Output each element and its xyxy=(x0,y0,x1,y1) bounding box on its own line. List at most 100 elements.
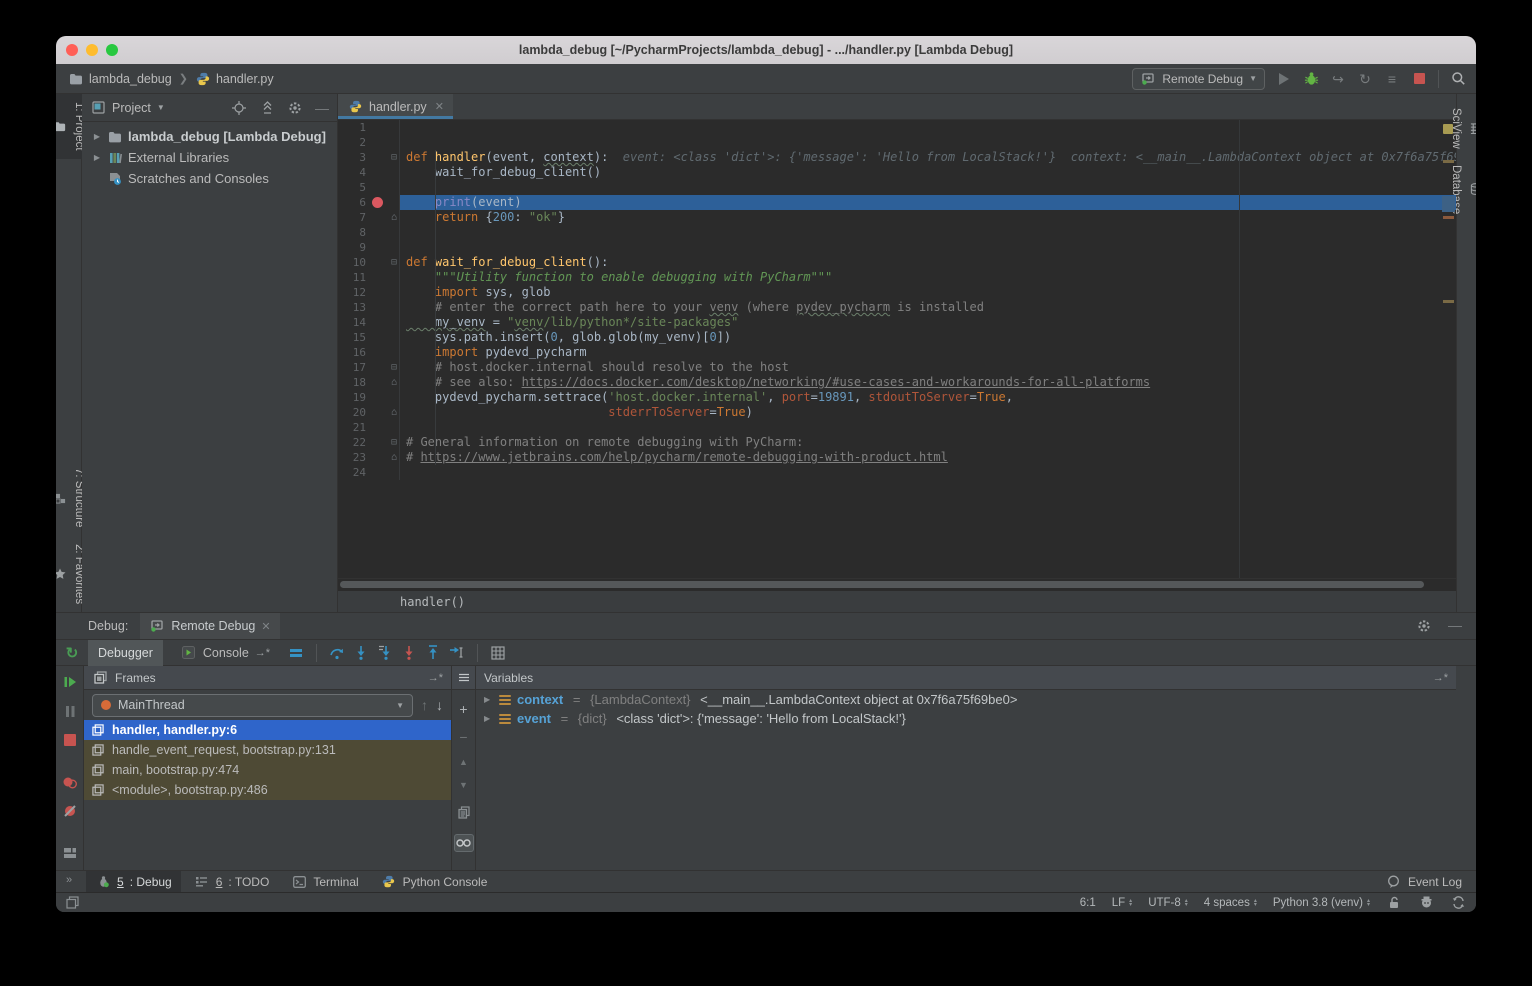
view-breakpoints-button[interactable] xyxy=(62,774,78,790)
code-line[interactable]: 14 my_venv = "venv/lib/python*/site-pack… xyxy=(338,315,1456,330)
copy-icon[interactable] xyxy=(456,804,472,820)
expand-arrow-icon[interactable]: ▶ xyxy=(484,714,493,723)
fold-open-icon[interactable]: ⊟ xyxy=(391,256,397,269)
add-watch-button[interactable]: + xyxy=(459,702,467,716)
locate-file-icon[interactable] xyxy=(231,100,247,116)
stop-button[interactable] xyxy=(62,732,78,748)
editor-gutter[interactable]: 20⌂ xyxy=(338,405,400,420)
run-button[interactable] xyxy=(1276,71,1292,87)
lock-icon[interactable] xyxy=(1386,895,1402,911)
caret-position[interactable]: 6:1 xyxy=(1080,897,1096,909)
code-line[interactable]: 10⊟def wait_for_debug_client(): xyxy=(338,255,1456,270)
editor-gutter[interactable]: 12 xyxy=(338,285,400,300)
previous-frame-button[interactable]: ↑ xyxy=(421,698,428,712)
frame-row[interactable]: handle_event_request, bootstrap.py:131 xyxy=(84,740,451,760)
editor-gutter[interactable]: 3⊟ xyxy=(338,150,400,165)
step-into-button[interactable] xyxy=(353,645,369,661)
code-line[interactable]: 4 wait_for_debug_client() xyxy=(338,165,1456,180)
encoding-select[interactable]: UTF-8▴▾ xyxy=(1148,897,1188,909)
editor-gutter[interactable]: 22⊟ xyxy=(338,435,400,450)
tree-item-scratches[interactable]: Scratches and Consoles xyxy=(82,168,337,189)
horizontal-scrollbar[interactable] xyxy=(338,578,1456,590)
attach-to-process-button[interactable]: ↪ xyxy=(1330,71,1346,87)
frame-row[interactable]: <module>, bootstrap.py:486 xyxy=(84,780,451,800)
code-line[interactable]: 19 pydevd_pycharm.settrace('host.docker.… xyxy=(338,390,1456,405)
gutter-icon-zone[interactable] xyxy=(366,420,399,435)
toolwindow-toggle-icon[interactable] xyxy=(64,895,80,911)
fold-end-icon[interactable]: ⌂ xyxy=(391,406,397,419)
event-log-button[interactable]: Event Log xyxy=(1386,874,1462,890)
run-with-coverage-button[interactable]: ↻ xyxy=(1357,71,1373,87)
editor-gutter[interactable]: 5 xyxy=(338,180,400,195)
code-line[interactable]: 2 xyxy=(338,135,1456,150)
editor-gutter[interactable]: 1 xyxy=(338,120,400,135)
stop-button[interactable] xyxy=(1411,71,1427,87)
code-line[interactable]: 8 xyxy=(338,225,1456,240)
error-stripe[interactable] xyxy=(1441,120,1456,578)
gear-icon[interactable] xyxy=(287,100,303,116)
force-step-into-button[interactable] xyxy=(377,645,393,661)
toolwindow-button-python-console[interactable]: Python Console xyxy=(372,871,497,893)
gutter-icon-zone[interactable] xyxy=(366,465,399,480)
threads-view-icon[interactable] xyxy=(288,645,304,661)
code-line[interactable]: 21 xyxy=(338,420,1456,435)
warning-mark[interactable] xyxy=(1443,216,1454,219)
editor-breadcrumb[interactable]: handler() xyxy=(338,590,1456,612)
gutter-icon-zone[interactable] xyxy=(366,270,399,285)
gutter-icon-zone[interactable] xyxy=(366,345,399,360)
inspections-hector-icon[interactable] xyxy=(1418,895,1434,911)
interpreter-select[interactable]: Python 3.8 (venv)▴▾ xyxy=(1273,897,1370,909)
pause-button[interactable] xyxy=(62,703,78,719)
gutter-icon-zone[interactable]: ⊟ xyxy=(366,360,399,375)
fold-open-icon[interactable]: ⊟ xyxy=(391,151,397,164)
editor-gutter[interactable]: 10⊟ xyxy=(338,255,400,270)
next-frame-button[interactable]: ↓ xyxy=(436,698,443,712)
hide-panel-icon[interactable]: — xyxy=(1448,618,1462,634)
code-line[interactable]: 23⌂# https://www.jetbrains.com/help/pych… xyxy=(338,450,1456,465)
resume-button[interactable] xyxy=(62,674,78,690)
tree-item-lambda_debug[interactable]: ▶lambda_debug [Lambda Debug] xyxy=(82,126,337,147)
editor-gutter[interactable]: 6 xyxy=(338,195,400,210)
editor-gutter[interactable]: 16 xyxy=(338,345,400,360)
editor-gutter[interactable]: 2 xyxy=(338,135,400,150)
gutter-icon-zone[interactable] xyxy=(366,120,399,135)
code-line[interactable]: 3⊟def handler(event, context): event: <c… xyxy=(338,150,1456,165)
debug-session-tab[interactable]: Remote Debug ✕ xyxy=(140,613,279,639)
code-line[interactable]: 13 # enter the correct path here to your… xyxy=(338,300,1456,315)
tab-debugger[interactable]: Debugger xyxy=(88,640,163,666)
close-icon[interactable]: ✕ xyxy=(435,100,444,113)
gutter-icon-zone[interactable] xyxy=(366,135,399,150)
code-line[interactable]: 12 import sys, glob xyxy=(338,285,1456,300)
code-area[interactable]: 123⊟def handler(event, context): event: … xyxy=(338,120,1456,578)
pin-icon[interactable]: →* xyxy=(428,672,443,684)
profiler-button[interactable]: ≡ xyxy=(1384,71,1400,87)
step-into-my-code-button[interactable] xyxy=(401,645,417,661)
gutter-icon-zone[interactable]: ⊟ xyxy=(366,150,399,165)
editor-gutter[interactable]: 4 xyxy=(338,165,400,180)
editor-gutter[interactable]: 14 xyxy=(338,315,400,330)
sidebar-item-project[interactable]: 1: Project xyxy=(56,94,85,159)
rerun-button[interactable]: ↻ xyxy=(64,645,80,661)
gutter-icon-zone[interactable]: ⌂ xyxy=(366,450,399,465)
code-line[interactable]: 1 xyxy=(338,120,1456,135)
breadcrumb-project[interactable]: lambda_debug xyxy=(89,72,172,86)
editor-gutter[interactable]: 9 xyxy=(338,240,400,255)
run-configuration-select[interactable]: Remote Debug ▼ xyxy=(1132,68,1265,90)
code-line[interactable]: 22⊟# General information on remote debug… xyxy=(338,435,1456,450)
mute-breakpoints-button[interactable] xyxy=(62,803,78,819)
frame-row[interactable]: handler, handler.py:6 xyxy=(84,720,451,740)
code-line[interactable]: 15 sys.path.insert(0, glob.glob(my_venv)… xyxy=(338,330,1456,345)
editor-gutter[interactable]: 19 xyxy=(338,390,400,405)
gear-icon[interactable] xyxy=(1416,618,1432,634)
toolwindow-button-terminal[interactable]: Terminal xyxy=(282,871,367,893)
gutter-icon-zone[interactable] xyxy=(366,390,399,405)
fold-end-icon[interactable]: ⌂ xyxy=(391,451,397,464)
hide-panel-icon[interactable]: — xyxy=(315,101,329,115)
expand-arrow-icon[interactable]: ▶ xyxy=(484,695,493,704)
show-watches-button[interactable] xyxy=(454,834,474,852)
breakpoint-icon[interactable] xyxy=(372,197,383,208)
code-line[interactable]: 24 xyxy=(338,465,1456,480)
gutter-icon-zone[interactable] xyxy=(366,300,399,315)
code-line[interactable]: 5 xyxy=(338,180,1456,195)
step-out-button[interactable] xyxy=(425,645,441,661)
